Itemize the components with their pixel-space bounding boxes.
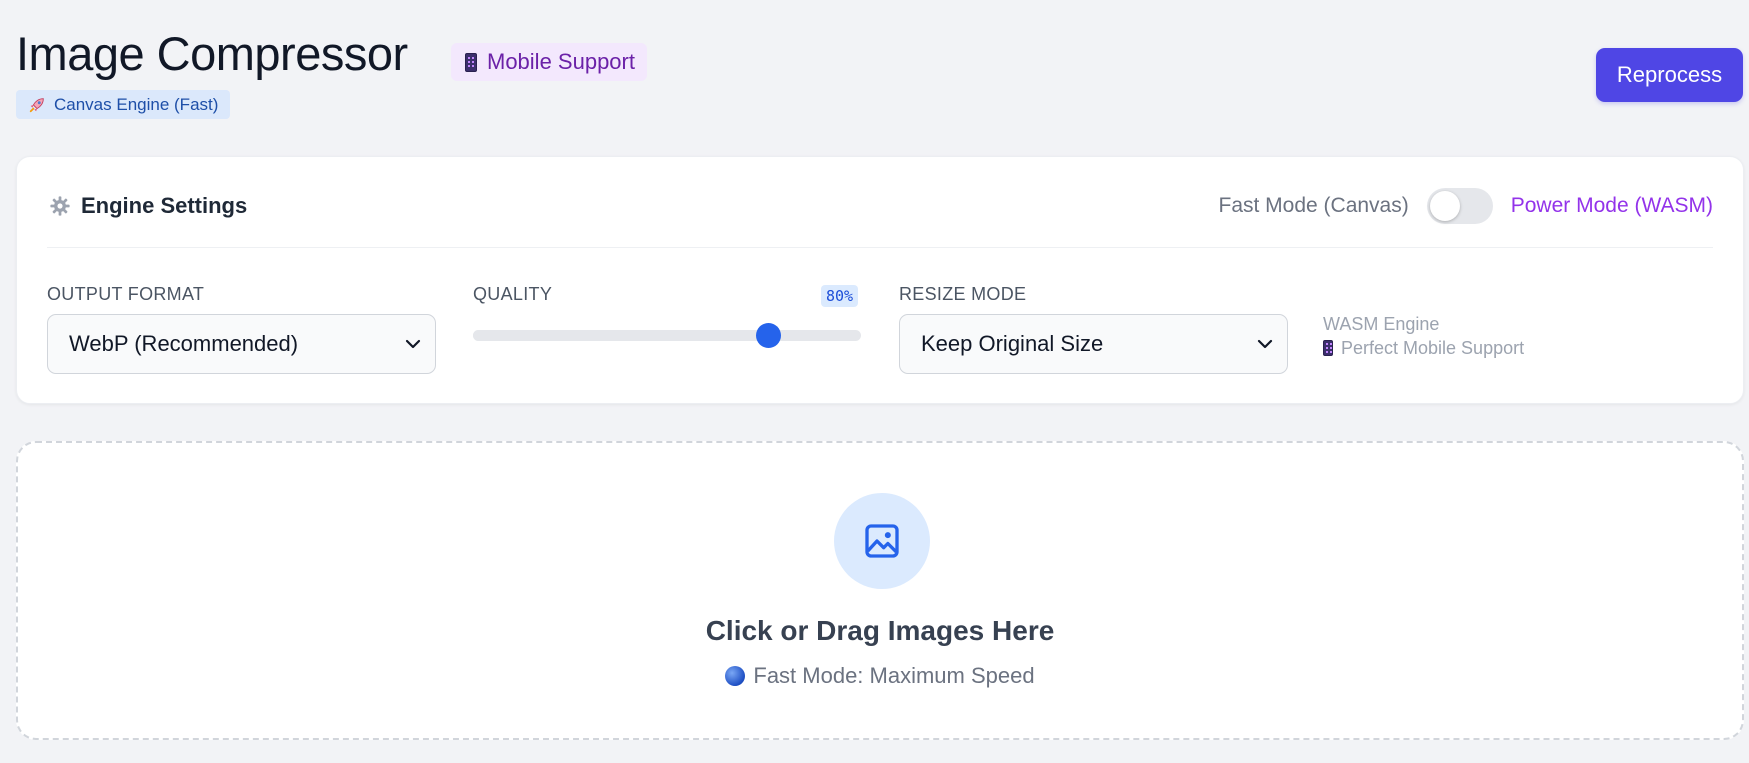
engine-settings-title: Engine Settings: [81, 193, 248, 218]
quality-label: QUALITY: [473, 284, 553, 304]
quality-slider-fill: [473, 330, 769, 341]
power-mode-label[interactable]: Power Mode (WASM): [1511, 194, 1713, 218]
engine-settings-heading: Engine Settings: [49, 193, 247, 219]
chevron-down-icon: [405, 339, 421, 349]
resize-mode-value: Keep Original Size: [921, 331, 1104, 356]
output-format-value: WebP (Recommended): [69, 331, 299, 356]
dropzone-subtitle-text: Fast Mode: Maximum Speed: [753, 663, 1035, 688]
engine-badge: Canvas Engine (Fast): [16, 90, 231, 119]
image-icon: [865, 524, 899, 558]
wasm-engine-line: WASM Engine: [1323, 314, 1440, 334]
dropzone-subtitle: Fast Mode: Maximum Speed: [18, 663, 1742, 689]
mobile-support-label: Mobile Support: [487, 49, 635, 74]
rocket-icon: [29, 97, 44, 112]
gear-icon: [50, 196, 70, 216]
quality-slider-thumb[interactable]: [756, 323, 782, 348]
engine-mode-toggle[interactable]: [1426, 188, 1493, 224]
settings-divider: [47, 247, 1713, 248]
mobile-phone-icon: [1323, 340, 1333, 356]
wasm-engine-info: WASM Engine Perfect Mobile Support: [1323, 312, 1524, 360]
output-format-label: OUTPUT FORMAT: [47, 284, 205, 304]
reprocess-button[interactable]: Reprocess: [1596, 48, 1743, 102]
fast-mode-label: Fast Mode (Canvas): [1218, 194, 1409, 217]
mobile-phone-icon: [465, 52, 477, 72]
quality-slider[interactable]: [473, 323, 861, 348]
wasm-mobile-line: Perfect Mobile Support: [1323, 336, 1524, 360]
page-title: Image Compressor: [16, 27, 408, 80]
output-format-select[interactable]: WebP (Recommended): [47, 314, 436, 374]
dropzone-icon-circle: [834, 493, 930, 589]
toggle-knob: [1429, 191, 1460, 221]
resize-mode-select[interactable]: Keep Original Size: [899, 314, 1288, 374]
engine-settings-card: Engine Settings Fast Mode (Canvas) Power…: [16, 156, 1744, 404]
mobile-support-badge: Mobile Support: [451, 43, 647, 81]
engine-badge-label: Canvas Engine (Fast): [54, 94, 219, 114]
globe-icon: [725, 666, 746, 686]
image-dropzone[interactable]: Click or Drag Images Here Fast Mode: Max…: [16, 441, 1744, 740]
resize-mode-label: RESIZE MODE: [899, 284, 1027, 304]
wasm-mobile-support-text: Perfect Mobile Support: [1341, 338, 1525, 358]
chevron-down-icon: [1257, 339, 1273, 349]
engine-mode-switch: Fast Mode (Canvas) Power Mode (WASM): [1218, 187, 1713, 225]
quality-value-badge: 80%: [821, 285, 859, 307]
page: Image Compressor Mobile Support Canvas E…: [0, 0, 1749, 763]
dropzone-title: Click or Drag Images Here: [705, 615, 1055, 646]
